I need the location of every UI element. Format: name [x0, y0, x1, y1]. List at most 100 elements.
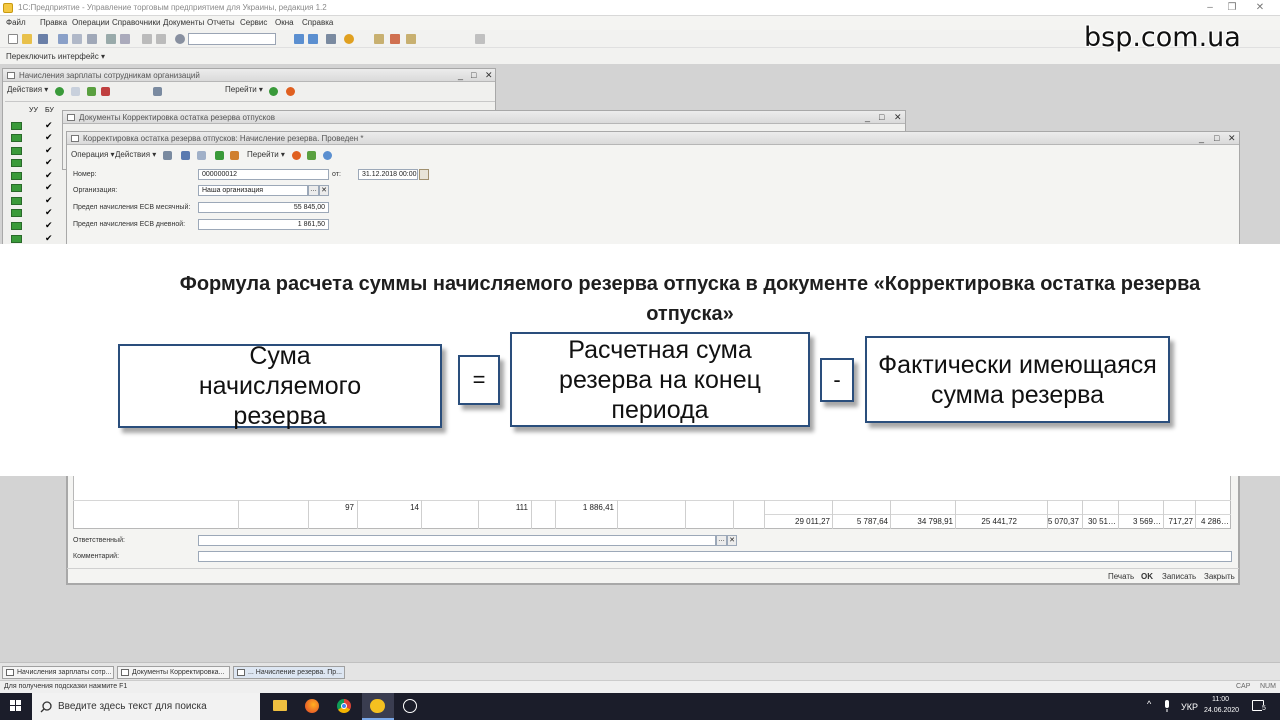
report-icon[interactable] — [406, 34, 416, 44]
calendar-icon[interactable] — [230, 151, 239, 160]
copy-icon[interactable] — [72, 34, 82, 44]
goto-menu[interactable]: Перейти ▾ — [225, 85, 263, 94]
list-item[interactable]: ✔ — [8, 157, 58, 169]
delete-icon[interactable] — [101, 87, 110, 96]
menu-help[interactable]: Справка — [302, 18, 333, 27]
structure-icon[interactable] — [323, 151, 332, 160]
new-doc-icon[interactable] — [8, 34, 18, 44]
toolbar-search-input[interactable] — [188, 33, 276, 45]
switch-interface-button[interactable]: Переключить интерфейс ▾ — [6, 52, 105, 61]
maximize-icon[interactable]: □ — [471, 70, 476, 80]
close-icon[interactable]: ✕ — [1240, 1, 1280, 15]
comment-field[interactable] — [198, 551, 1232, 562]
refresh-icon[interactable] — [269, 87, 278, 96]
preview-icon[interactable] — [120, 34, 130, 44]
list-item[interactable]: ✔ — [8, 182, 58, 194]
maximize-icon[interactable]: □ — [879, 112, 884, 122]
help-icon[interactable] — [286, 87, 295, 96]
menu-reports[interactable]: Отчеты — [207, 18, 235, 27]
firefox-button[interactable] — [296, 693, 328, 720]
table-icon[interactable] — [181, 151, 190, 160]
goto-menu[interactable]: Перейти ▾ — [247, 150, 285, 159]
menu-edit[interactable]: Правка — [40, 18, 67, 27]
undo-icon[interactable] — [142, 34, 152, 44]
tray-chevron-icon[interactable]: ^ — [1147, 699, 1151, 709]
help-icon[interactable] — [292, 151, 301, 160]
clock-date[interactable]: 24.06.2020 — [1204, 707, 1239, 714]
language-indicator[interactable]: УКР — [1181, 702, 1198, 712]
organization-field[interactable]: Наша организация — [198, 185, 308, 196]
minimize-icon[interactable]: _ — [458, 70, 463, 80]
print-button[interactable]: Печать — [1108, 572, 1134, 581]
copy-icon[interactable] — [197, 151, 206, 160]
minimize-icon[interactable]: _ — [865, 112, 870, 122]
responsible-field[interactable] — [198, 535, 716, 546]
operation-menu[interactable]: Операция ▾ — [71, 150, 115, 159]
add-icon[interactable] — [55, 87, 64, 96]
esv-month-field[interactable]: 55 845,00 — [198, 202, 329, 213]
ok-button[interactable]: OK — [1141, 572, 1153, 581]
help-icon[interactable] — [344, 34, 354, 44]
select-button[interactable]: … — [308, 185, 319, 196]
menu-file[interactable]: Файл — [6, 18, 26, 27]
open-icon[interactable] — [22, 34, 32, 44]
microphone-icon[interactable] — [1162, 700, 1172, 713]
list-item[interactable]: ✔ — [8, 170, 58, 182]
start-button[interactable] — [0, 693, 32, 720]
edit-icon[interactable] — [87, 87, 96, 96]
calendar-icon[interactable] — [419, 169, 429, 180]
tab-reserve-form[interactable]: ... Начисление резерва. Пр... — [233, 666, 345, 679]
app-button[interactable] — [394, 693, 426, 720]
calc-icon[interactable] — [374, 34, 384, 44]
tab-documents[interactable]: Документы Корректировка... — [117, 666, 230, 679]
close-icon[interactable]: ✕ — [894, 112, 902, 123]
minimize-icon[interactable]: _ — [1199, 133, 1204, 143]
menu-service[interactable]: Сервис — [240, 18, 267, 27]
menu-operations[interactable]: Операции — [72, 18, 109, 27]
redo-icon[interactable] — [156, 34, 166, 44]
dt-kt-icon[interactable] — [307, 151, 316, 160]
fill-icon[interactable] — [215, 151, 224, 160]
menu-windows[interactable]: Окна — [275, 18, 294, 27]
post-icon[interactable] — [163, 151, 172, 160]
select-button[interactable]: … — [716, 535, 727, 546]
file-explorer-button[interactable] — [264, 693, 296, 720]
number-field[interactable]: 000000012 — [198, 169, 329, 180]
cut-icon[interactable] — [58, 34, 68, 44]
tab-payroll[interactable]: Начисления зарплаты сотр... — [2, 666, 114, 679]
search-icon[interactable] — [175, 34, 185, 44]
close-icon[interactable]: ✕ — [485, 70, 493, 81]
close-button[interactable]: Закрыть — [1204, 572, 1235, 581]
actions-menu[interactable]: Действия ▾ — [115, 150, 156, 159]
find-prev-icon[interactable] — [308, 34, 318, 44]
filter-icon[interactable] — [153, 87, 162, 96]
menu-references[interactable]: Справочники — [112, 18, 160, 27]
close-icon[interactable]: ✕ — [1228, 133, 1236, 144]
save-icon[interactable] — [38, 34, 48, 44]
list-item[interactable]: ✔ — [8, 207, 58, 219]
clear-icon[interactable]: ✕ — [727, 535, 737, 546]
paste-icon[interactable] — [87, 34, 97, 44]
list-item[interactable]: ✔ — [8, 195, 58, 207]
chrome-button[interactable] — [328, 693, 360, 720]
clear-icon[interactable]: ✕ — [319, 185, 329, 196]
list-item[interactable]: ✔ — [8, 132, 58, 144]
list-item[interactable]: ✔ — [8, 145, 58, 157]
find-next-icon[interactable] — [294, 34, 304, 44]
clock-time[interactable]: 11:00 — [1212, 696, 1229, 703]
taskbar-search[interactable]: Введите здесь текст для поиска — [32, 693, 260, 720]
esv-day-field[interactable]: 1 861,50 — [198, 219, 329, 230]
window-icon[interactable] — [326, 34, 336, 44]
tool-icon[interactable] — [475, 34, 485, 44]
actions-menu[interactable]: Действия ▾ — [7, 85, 48, 94]
save-button[interactable]: Записать — [1162, 572, 1196, 581]
list-item[interactable]: ✔ — [8, 120, 58, 132]
maximize-icon[interactable]: □ — [1214, 133, 1219, 143]
date-field[interactable]: 31.12.2018 00:00 — [358, 169, 418, 180]
1c-button[interactable] — [362, 693, 394, 720]
list-item[interactable]: ✔ — [8, 220, 58, 232]
copy-icon[interactable] — [71, 87, 80, 96]
calendar-icon[interactable] — [390, 34, 400, 44]
print-icon[interactable] — [106, 34, 116, 44]
menu-documents[interactable]: Документы — [163, 18, 204, 27]
